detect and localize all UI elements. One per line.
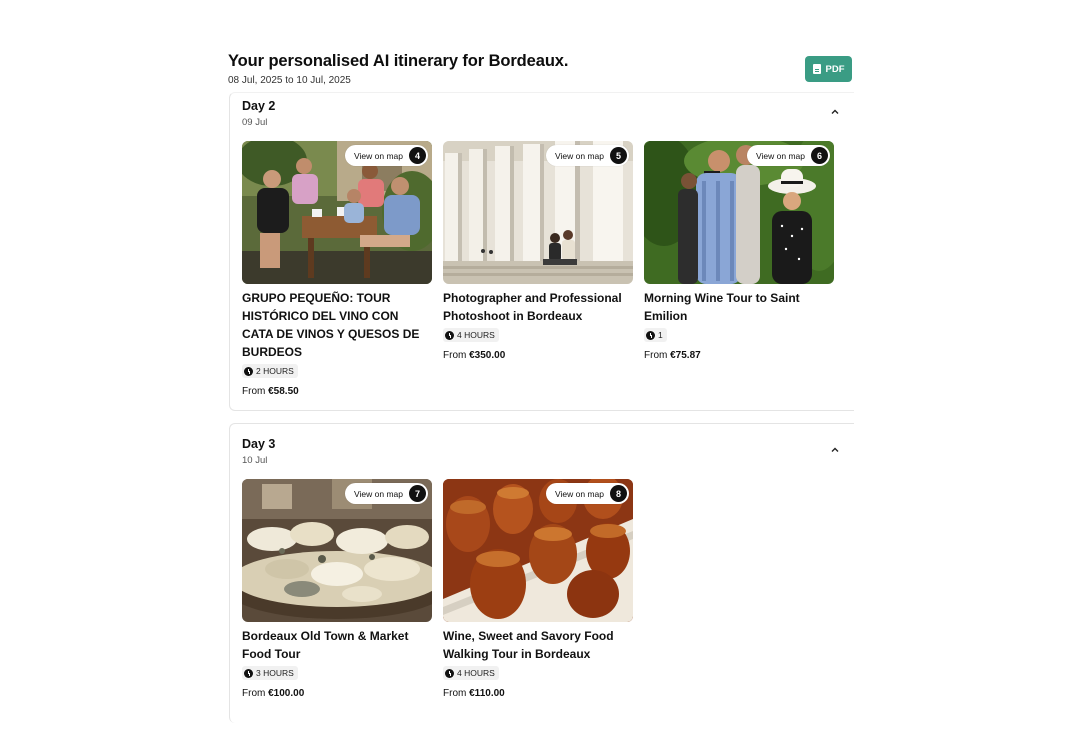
- price-line: From €58.50: [242, 386, 432, 397]
- tour-image[interactable]: View on map 4: [242, 141, 432, 284]
- clock-icon: [646, 330, 655, 340]
- price-line: From €75.87: [644, 350, 834, 361]
- clock-icon: [244, 668, 253, 678]
- itinerary-page: Your personalised AI itinerary for Borde…: [0, 0, 1080, 742]
- stop-number-badge: 8: [610, 485, 627, 502]
- price-line: From €350.00: [443, 350, 633, 361]
- price-prefix: From: [443, 349, 467, 361]
- tour-card[interactable]: View on map 7 Bordeaux Old Town & Market…: [242, 479, 432, 699]
- tour-title[interactable]: Bordeaux Old Town & Market Food Tour: [242, 627, 432, 663]
- tour-card[interactable]: View on map 8 Wine, Sweet and Savory Foo…: [443, 479, 633, 699]
- price-prefix: From: [242, 687, 266, 699]
- stop-number-badge: 5: [610, 147, 627, 164]
- tour-card[interactable]: View on map 6 Morning Wine Tour to Saint…: [644, 141, 834, 361]
- stop-number-badge: 7: [409, 485, 426, 502]
- price-line: From €100.00: [242, 688, 432, 699]
- duration-badge: 1: [644, 328, 667, 342]
- date-range: 08 Jul, 2025 to 10 Jul, 2025: [228, 75, 351, 86]
- price-value: €100.00: [268, 687, 305, 699]
- price-value: €58.50: [268, 385, 299, 397]
- duration-label: 1: [658, 330, 663, 340]
- pdf-download-button[interactable]: PDF: [805, 56, 852, 82]
- document-icon: [812, 64, 821, 74]
- tour-image[interactable]: View on map 8: [443, 479, 633, 622]
- price-value: €350.00: [469, 349, 506, 361]
- view-on-map-button[interactable]: View on map 8: [546, 483, 629, 504]
- itinerary-header: Your personalised AI itinerary for Borde…: [228, 52, 568, 86]
- day-date: 09 Jul: [242, 117, 268, 128]
- view-on-map-button[interactable]: View on map 4: [345, 145, 428, 166]
- view-on-map-button[interactable]: View on map 5: [546, 145, 629, 166]
- day-title: Day 2: [242, 99, 276, 113]
- duration-label: 2 HOURS: [256, 366, 294, 376]
- chevron-up-icon[interactable]: [830, 107, 840, 117]
- view-on-map-label: View on map: [756, 150, 805, 161]
- day-title: Day 3: [242, 437, 276, 451]
- price-prefix: From: [644, 349, 668, 361]
- view-on-map-button[interactable]: View on map 6: [747, 145, 830, 166]
- price-prefix: From: [242, 385, 266, 397]
- tour-title[interactable]: Wine, Sweet and Savory Food Walking Tour…: [443, 627, 633, 663]
- duration-badge: 2 HOURS: [242, 364, 298, 378]
- stop-number-badge: 4: [409, 147, 426, 164]
- tour-image[interactable]: View on map 7: [242, 479, 432, 622]
- clock-icon: [445, 330, 454, 340]
- view-on-map-label: View on map: [354, 150, 403, 161]
- tour-card[interactable]: View on map 4 GRUPO PEQUEÑO: TOUR HISTÓR…: [242, 141, 432, 397]
- price-prefix: From: [443, 687, 467, 699]
- view-on-map-button[interactable]: View on map 7: [345, 483, 428, 504]
- chevron-up-icon[interactable]: [830, 445, 840, 455]
- view-on-map-label: View on map: [555, 488, 604, 499]
- tour-image[interactable]: View on map 6: [644, 141, 834, 284]
- duration-badge: 3 HOURS: [242, 666, 298, 680]
- stop-number-badge: 6: [811, 147, 828, 164]
- page-title: Your personalised AI itinerary for Borde…: [228, 52, 569, 70]
- pdf-button-label: PDF: [825, 63, 845, 75]
- duration-badge: 4 HOURS: [443, 328, 499, 342]
- tour-card[interactable]: View on map 5 Photographer and Professio…: [443, 141, 633, 361]
- view-on-map-label: View on map: [354, 488, 403, 499]
- tour-title[interactable]: Photographer and Professional Photoshoot…: [443, 289, 633, 325]
- clock-icon: [244, 366, 253, 376]
- price-value: €75.87: [670, 349, 701, 361]
- tour-title[interactable]: GRUPO PEQUEÑO: TOUR HISTÓRICO DEL VINO C…: [242, 289, 432, 361]
- day-section: Day 3 10 Jul View on map 7 Bordeaux Old …: [229, 423, 854, 723]
- day-date: 10 Jul: [242, 455, 268, 466]
- price-line: From €110.00: [443, 688, 633, 699]
- price-value: €110.00: [469, 687, 505, 699]
- tour-title[interactable]: Morning Wine Tour to Saint Emilion: [644, 289, 834, 325]
- duration-label: 4 HOURS: [457, 668, 495, 678]
- duration-label: 4 HOURS: [457, 330, 495, 340]
- clock-icon: [445, 668, 454, 678]
- duration-badge: 4 HOURS: [443, 666, 499, 680]
- day-section: Day 2 09 Jul View on map 4 GRUPO PEQUEÑO…: [229, 92, 854, 411]
- duration-label: 3 HOURS: [256, 668, 294, 678]
- view-on-map-label: View on map: [555, 150, 604, 161]
- tour-image[interactable]: View on map 5: [443, 141, 633, 284]
